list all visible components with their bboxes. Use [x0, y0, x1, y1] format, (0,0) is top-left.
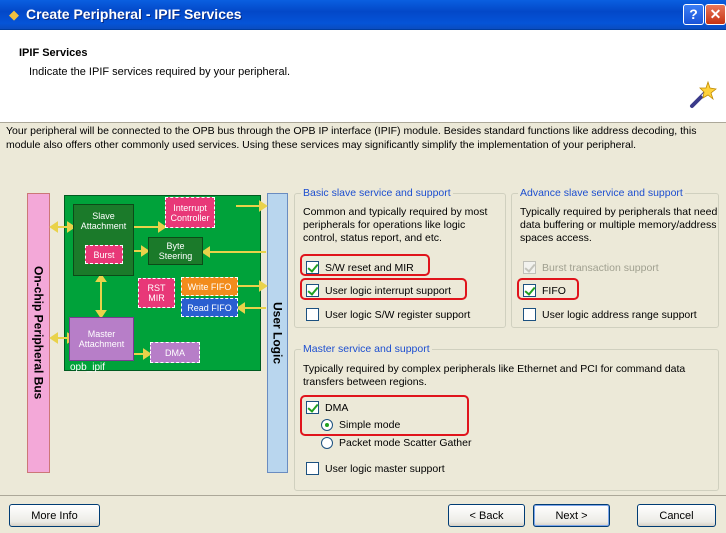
read-fifo-block: Read FIFO: [181, 298, 238, 317]
highlight-user-interrupt: [300, 278, 467, 300]
dma-block: DMA: [150, 342, 200, 363]
burst-transaction-box: [523, 261, 536, 274]
user-master-support-label: User logic master support: [325, 462, 445, 475]
app-icon: ◆: [9, 7, 19, 22]
close-button[interactable]: ✕: [705, 4, 726, 25]
user-address-range-checkbox[interactable]: User logic address range support: [523, 308, 697, 321]
user-address-range-box[interactable]: [523, 308, 536, 321]
wizard-wand-icon: [690, 80, 717, 108]
interrupt-controller-block: Interrupt Controller: [165, 197, 215, 228]
opb-ipif-label: opb_ipif: [70, 362, 106, 373]
burst-block: Burst: [85, 245, 123, 264]
next-button[interactable]: Next >: [533, 504, 610, 527]
diagram-arrows: [49, 200, 268, 360]
basic-slave-description: Common and typically required by most pe…: [303, 206, 488, 244]
back-button[interactable]: < Back: [448, 504, 525, 527]
wizard-header: IPIF Services Indicate the IPIF services…: [0, 30, 726, 123]
write-fifo-label: Write FIFO: [187, 281, 232, 292]
page-subtitle: Indicate the IPIF services required by y…: [29, 66, 291, 78]
basic-slave-legend: Basic slave service and support: [301, 187, 453, 199]
user-address-range-label: User logic address range support: [542, 308, 697, 321]
user-sw-register-label: User logic S/W register support: [325, 308, 471, 321]
page-title: IPIF Services: [19, 47, 88, 59]
packet-mode-radio[interactable]: Packet mode Scatter Gather: [321, 437, 471, 449]
footer-divider: [0, 495, 726, 496]
highlight-dma-options: [300, 395, 469, 436]
master-attachment-block: Master Attachment: [69, 317, 134, 361]
rst-mir-block: RST MIR: [138, 278, 175, 308]
advance-slave-group: Advance slave service and support Typica…: [511, 187, 719, 328]
create-peripheral-dialog: ◆ Create Peripheral - IPIF Services ? ✕ …: [0, 0, 726, 533]
ipif-diagram: On-chip Peripheral Bus User Logic Slave …: [22, 186, 288, 482]
user-master-support-checkbox[interactable]: User logic master support: [306, 462, 445, 475]
advance-slave-legend: Advance slave service and support: [518, 187, 685, 199]
highlight-sw-reset: [300, 254, 430, 276]
write-fifo-block: Write FIFO: [181, 277, 238, 296]
burst-transaction-checkbox: Burst transaction support: [523, 261, 659, 274]
title-bar: ◆ Create Peripheral - IPIF Services ? ✕: [0, 0, 726, 30]
byte-steering-label: Byte Steering: [158, 241, 193, 261]
read-fifo-label: Read FIFO: [187, 302, 232, 313]
slave-attachment-label: Slave Attachment: [80, 211, 127, 231]
user-sw-register-box[interactable]: [306, 308, 319, 321]
advance-slave-description: Typically required by peripherals that n…: [520, 206, 718, 244]
opb-ipif-label-box: opb_ipif: [70, 362, 130, 374]
byte-steering-block: Byte Steering: [148, 237, 203, 265]
master-description: Typically required by complex peripheral…: [303, 363, 686, 388]
dma-label: DMA: [165, 347, 185, 358]
master-attachment-label: Master Attachment: [78, 329, 125, 349]
intro-text: Your peripheral will be connected to the…: [6, 125, 697, 151]
packet-mode-label: Packet mode Scatter Gather: [339, 437, 472, 449]
burst-transaction-label: Burst transaction support: [542, 261, 659, 274]
cancel-button[interactable]: Cancel: [637, 504, 716, 527]
burst-label: Burst: [93, 249, 115, 260]
help-button[interactable]: ?: [683, 4, 704, 25]
user-sw-register-checkbox[interactable]: User logic S/W register support: [306, 308, 470, 321]
slave-attachment-block: Slave Attachment: [73, 204, 134, 276]
more-info-button[interactable]: More Info: [9, 504, 100, 527]
user-master-support-box[interactable]: [306, 462, 319, 475]
packet-mode-radio-dot[interactable]: [321, 437, 333, 449]
master-legend: Master service and support: [301, 343, 432, 355]
window-title: Create Peripheral - IPIF Services: [26, 6, 242, 22]
interrupt-controller-label: Interrupt Controller: [170, 202, 210, 223]
highlight-fifo: [517, 278, 579, 300]
rst-mir-label: RST MIR: [147, 283, 166, 303]
